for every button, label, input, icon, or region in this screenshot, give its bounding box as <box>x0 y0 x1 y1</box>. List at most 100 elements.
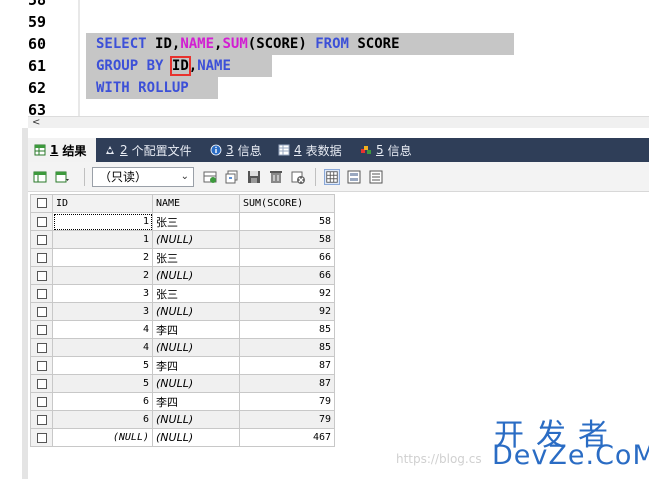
code-line-62[interactable]: WITH ROLLUP <box>86 77 218 99</box>
row-select-cell[interactable] <box>30 230 53 249</box>
row-select-cell[interactable] <box>30 428 53 447</box>
row-select-cell[interactable] <box>30 374 53 393</box>
checkbox[interactable] <box>36 343 47 353</box>
cell-sum-score[interactable]: 79 <box>239 392 335 411</box>
sql-editor[interactable]: 58 59 60 61 62 63 SELECT ID,NAME,SUM(SCO… <box>0 0 649 128</box>
duplicate-row-icon[interactable] <box>224 169 240 185</box>
add-row-icon[interactable] <box>202 169 218 185</box>
tab-profiles[interactable]: 2 个配置文件 <box>98 138 202 162</box>
cell-name[interactable]: (NULL) <box>152 428 240 447</box>
table-row[interactable]: 4 李四 85 <box>30 320 335 339</box>
cell-id[interactable]: (NULL) <box>52 428 153 447</box>
cell-name[interactable]: (NULL) <box>152 230 240 249</box>
row-select-cell[interactable] <box>30 212 53 231</box>
table-row[interactable]: 1 (NULL) 58 <box>30 230 335 249</box>
cell-name[interactable]: 张三 <box>152 212 240 231</box>
readonly-mode-select[interactable]: （只读） ⌄ <box>92 167 194 187</box>
checkbox[interactable] <box>36 235 47 245</box>
cell-id[interactable]: 5 <box>52 374 153 393</box>
cell-sum-score[interactable]: 66 <box>239 266 335 285</box>
code-line-60[interactable]: SELECT ID,NAME,SUM(SCORE) FROM SCORE <box>86 33 514 55</box>
row-select-cell[interactable] <box>30 284 53 303</box>
cell-name[interactable]: 李四 <box>152 320 240 339</box>
cell-id[interactable]: 1 <box>52 212 153 231</box>
table-row[interactable]: 2 (NULL) 66 <box>30 266 335 285</box>
text-view-icon[interactable] <box>368 169 384 185</box>
table-row[interactable]: 3 张三 92 <box>30 284 335 303</box>
save-icon[interactable] <box>246 169 262 185</box>
checkbox[interactable] <box>36 325 47 335</box>
scroll-left-icon[interactable]: < <box>32 117 40 128</box>
cell-id[interactable]: 1 <box>52 230 153 249</box>
delete-icon[interactable] <box>268 169 284 185</box>
checkbox[interactable] <box>36 433 47 443</box>
checkbox[interactable] <box>36 271 47 281</box>
table-row[interactable]: 3 (NULL) 92 <box>30 302 335 321</box>
row-select-cell[interactable] <box>30 410 53 429</box>
table-row[interactable]: 6 李四 79 <box>30 392 335 411</box>
row-select-cell[interactable] <box>30 302 53 321</box>
code-line-61[interactable]: GROUP BY ID,NAME <box>86 55 272 77</box>
table-row[interactable]: (NULL) (NULL) 467 <box>30 428 335 447</box>
form-view-icon[interactable] <box>346 169 362 185</box>
row-select-cell[interactable] <box>30 392 53 411</box>
row-select-cell[interactable] <box>30 248 53 267</box>
cell-name[interactable]: 李四 <box>152 392 240 411</box>
cell-id[interactable]: 6 <box>52 392 153 411</box>
export-grid-icon[interactable] <box>32 169 48 185</box>
table-row[interactable]: 2 张三 66 <box>30 248 335 267</box>
cell-sum-score[interactable]: 467 <box>239 428 335 447</box>
checkbox[interactable] <box>36 289 47 299</box>
checkbox[interactable] <box>36 253 47 263</box>
cell-sum-score[interactable]: 92 <box>239 284 335 303</box>
checkbox[interactable] <box>36 361 47 371</box>
cell-sum-score[interactable]: 85 <box>239 338 335 357</box>
cell-id[interactable]: 3 <box>52 284 153 303</box>
column-header-sum-score[interactable]: SUM(SCORE) <box>239 194 335 213</box>
checkbox[interactable] <box>36 379 47 389</box>
cell-sum-score[interactable]: 58 <box>239 230 335 249</box>
cell-id[interactable]: 3 <box>52 302 153 321</box>
row-select-cell[interactable] <box>30 266 53 285</box>
cell-name[interactable]: (NULL) <box>152 266 240 285</box>
cell-name[interactable]: 张三 <box>152 284 240 303</box>
checkbox[interactable] <box>36 198 47 208</box>
cell-name[interactable]: 张三 <box>152 248 240 267</box>
cancel-changes-icon[interactable] <box>290 169 306 185</box>
column-header-id[interactable]: ID <box>52 194 153 213</box>
cell-id[interactable]: 2 <box>52 266 153 285</box>
cell-sum-score[interactable]: 87 <box>239 374 335 393</box>
export-options-icon[interactable] <box>54 169 70 185</box>
row-select-cell[interactable] <box>30 356 53 375</box>
cell-id[interactable]: 4 <box>52 338 153 357</box>
table-row[interactable]: 5 (NULL) 87 <box>30 374 335 393</box>
checkbox[interactable] <box>36 415 47 425</box>
column-header-name[interactable]: NAME <box>152 194 240 213</box>
table-row[interactable]: 5 李四 87 <box>30 356 335 375</box>
cell-name[interactable]: (NULL) <box>152 374 240 393</box>
result-grid[interactable]: ID NAME SUM(SCORE) 1 张三 58 1 (NULL) 58 2 张三 66 2(… <box>30 194 335 447</box>
cell-name[interactable]: 李四 <box>152 356 240 375</box>
table-row[interactable]: 1 张三 58 <box>30 212 335 231</box>
cell-name[interactable]: (NULL) <box>152 302 240 321</box>
cell-id[interactable]: 6 <box>52 410 153 429</box>
grid-view-icon[interactable] <box>324 169 340 185</box>
tab-info[interactable]: 3 信息 <box>204 138 270 162</box>
cell-sum-score[interactable]: 85 <box>239 320 335 339</box>
table-row[interactable]: 4 (NULL) 85 <box>30 338 335 357</box>
tab-table-data[interactable]: 4 表数据 <box>272 138 352 162</box>
row-select-cell[interactable] <box>30 320 53 339</box>
cell-sum-score[interactable]: 79 <box>239 410 335 429</box>
cell-id[interactable]: 2 <box>52 248 153 267</box>
checkbox[interactable] <box>36 307 47 317</box>
row-select-cell[interactable] <box>30 338 53 357</box>
cell-name[interactable]: (NULL) <box>152 410 240 429</box>
cell-sum-score[interactable]: 66 <box>239 248 335 267</box>
tab-results[interactable]: 1 结果 <box>28 138 96 162</box>
cell-sum-score[interactable]: 58 <box>239 212 335 231</box>
horizontal-scrollbar[interactable]: < <box>28 116 649 128</box>
cell-name[interactable]: (NULL) <box>152 338 240 357</box>
cell-sum-score[interactable]: 87 <box>239 356 335 375</box>
checkbox[interactable] <box>36 397 47 407</box>
cell-sum-score[interactable]: 92 <box>239 302 335 321</box>
